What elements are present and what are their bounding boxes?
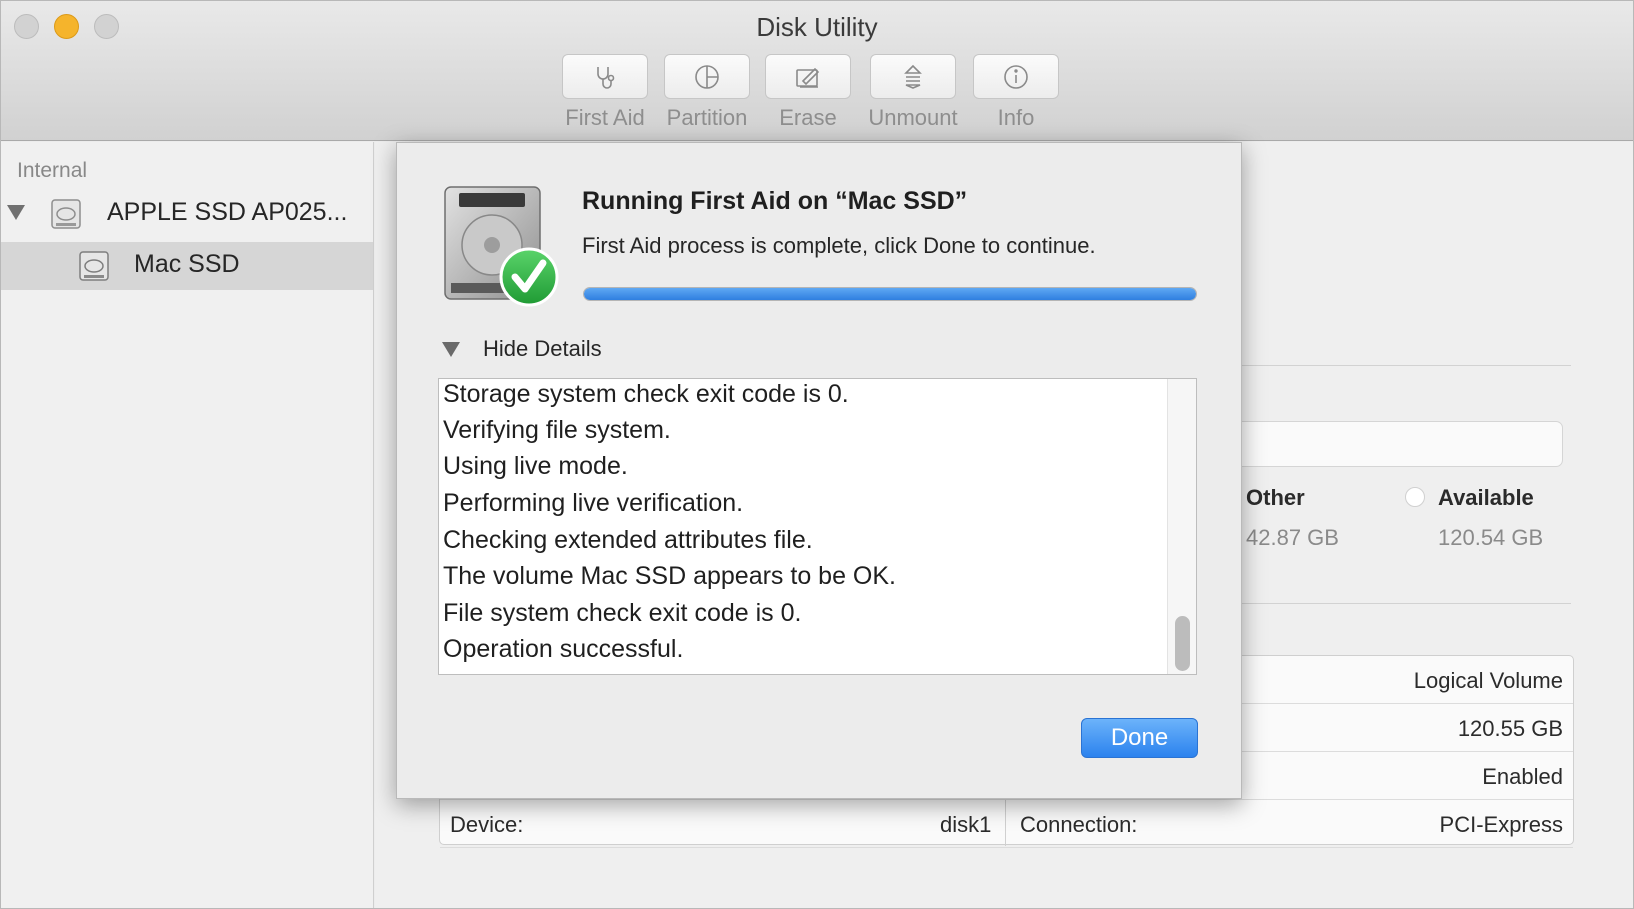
log-line: Verifying file system. xyxy=(443,416,671,444)
legend-other-value: 42.87 GB xyxy=(1246,525,1339,550)
first-aid-button[interactable]: First Aid xyxy=(555,54,655,131)
volume-icon xyxy=(79,251,109,281)
partition-pie-icon xyxy=(695,64,719,89)
sidebar-item-disk[interactable]: APPLE SSD AP025... xyxy=(1,190,373,238)
info-label: Info xyxy=(997,105,1035,130)
legend-available-value: 120.54 GB xyxy=(1438,525,1544,550)
sidebar-disk-label: APPLE SSD AP025... xyxy=(107,198,348,226)
usage-bar xyxy=(1201,421,1563,467)
device-value: disk1 xyxy=(940,812,992,837)
first-aid-sheet: Running First Aid on “Mac SSD” First Aid… xyxy=(396,142,1242,799)
erase-icon xyxy=(796,67,820,88)
info-type-value: Logical Volume xyxy=(1413,668,1563,693)
device-label: Device: xyxy=(450,812,524,837)
unmount-icon xyxy=(904,64,922,89)
disclosure-triangle-icon[interactable] xyxy=(7,205,25,220)
log-line: Checking extended attributes file. xyxy=(443,526,813,554)
done-button[interactable]: Done xyxy=(1081,718,1198,758)
connection-value: PCI-Express xyxy=(1439,812,1563,837)
info-column-separator xyxy=(1005,800,1006,846)
info-icon xyxy=(1004,64,1028,89)
unmount-button[interactable]: Unmount xyxy=(863,54,963,131)
log-line: Storage system check exit code is 0. xyxy=(443,380,849,408)
title-bar: Disk Utility First Aid Partition Erase U… xyxy=(1,1,1633,141)
window-title: Disk Utility xyxy=(756,12,878,42)
progress-bar-fill xyxy=(584,288,1196,300)
log-line: The volume Mac SSD appears to be OK. xyxy=(443,562,896,590)
info-button[interactable]: Info xyxy=(966,54,1066,131)
legend-available-label: Available xyxy=(1438,485,1534,510)
legend-available-dot xyxy=(1405,487,1425,507)
unmount-label: Unmount xyxy=(868,105,958,130)
hard-drive-check-icon xyxy=(444,186,559,307)
partition-button[interactable]: Partition xyxy=(657,54,757,131)
sheet-title: Running First Aid on “Mac SSD” xyxy=(582,187,968,215)
hard-drive-icon xyxy=(51,199,81,229)
stethoscope-icon xyxy=(597,66,615,89)
main-divider-top xyxy=(1201,365,1571,366)
sheet-message: First Aid process is complete, click Don… xyxy=(582,233,1096,258)
sidebar-volume-label: Mac SSD xyxy=(134,250,240,278)
disclosure-triangle-icon[interactable] xyxy=(442,342,460,357)
info-status-value: Enabled xyxy=(1482,764,1563,789)
partition-label: Partition xyxy=(666,105,748,130)
details-log[interactable]: Storage system check exit code is 0. Ver… xyxy=(438,378,1197,675)
connection-label: Connection: xyxy=(1020,812,1138,837)
progress-bar xyxy=(583,287,1197,301)
log-line: Operation successful. xyxy=(443,635,684,663)
log-line: File system check exit code is 0. xyxy=(443,599,802,627)
hide-details-toggle[interactable]: Hide Details xyxy=(483,336,602,362)
first-aid-label: First Aid xyxy=(565,105,645,130)
sidebar: Internal APPLE SSD AP025... Mac SSD xyxy=(1,142,374,908)
info-row-device: Device: disk1 Connection: PCI-Express xyxy=(440,800,1573,848)
log-scrollbar[interactable] xyxy=(1167,379,1196,674)
sidebar-item-mac-ssd[interactable]: Mac SSD xyxy=(1,242,373,290)
erase-label: Erase xyxy=(779,105,837,130)
disk-utility-window: Disk Utility First Aid Partition Erase U… xyxy=(0,0,1634,909)
main-divider-bottom xyxy=(1201,603,1571,604)
info-capacity-value: 120.55 GB xyxy=(1457,716,1563,741)
log-scrollbar-thumb[interactable] xyxy=(1175,616,1190,671)
sidebar-section-internal: Internal xyxy=(17,159,88,182)
log-line: Using live mode. xyxy=(443,452,628,480)
erase-button[interactable]: Erase xyxy=(758,54,858,131)
log-line: Performing live verification. xyxy=(443,489,744,517)
legend-other-label: Other xyxy=(1246,485,1305,510)
